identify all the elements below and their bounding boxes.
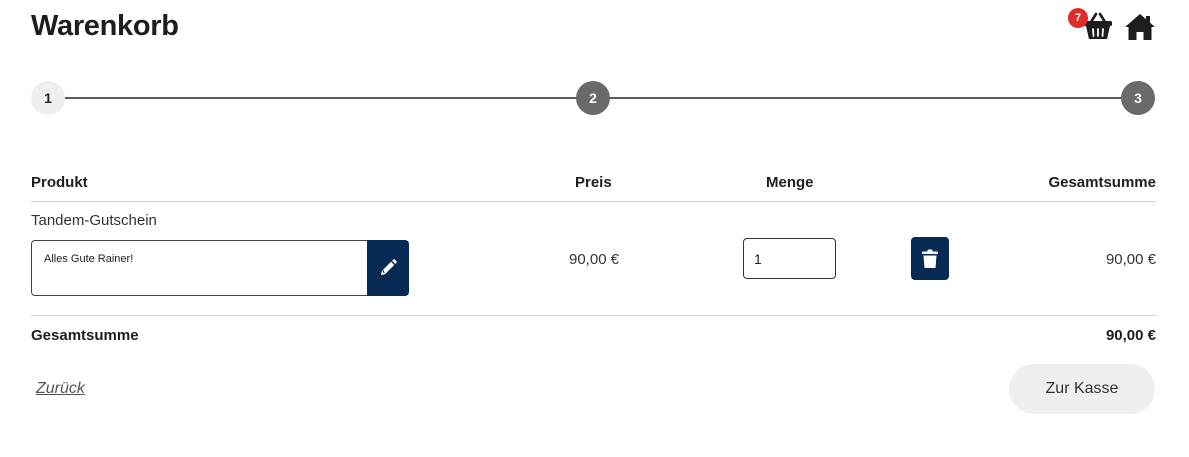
delete-item-button[interactable]	[911, 237, 949, 280]
column-header-product: Produkt	[31, 174, 88, 191]
pencil-icon	[381, 259, 397, 275]
grand-total-value: 90,00 €	[1105, 327, 1156, 344]
edit-note-button[interactable]	[367, 240, 409, 296]
step-2: 2	[576, 81, 610, 115]
step-connector	[609, 97, 1122, 99]
back-link[interactable]: Zurück	[36, 380, 85, 398]
column-header-price: Preis	[575, 174, 612, 191]
step-1: 1	[31, 81, 65, 115]
column-header-total: Gesamtsumme	[1048, 174, 1156, 191]
trash-icon	[922, 249, 938, 268]
gift-note-field[interactable]: Alles Gute Rainer!	[31, 240, 369, 296]
column-header-quantity: Menge	[766, 174, 814, 191]
product-name: Tandem-Gutschein	[31, 212, 157, 229]
home-button[interactable]	[1124, 12, 1156, 42]
home-icon	[1125, 14, 1155, 40]
quantity-input[interactable]	[743, 238, 836, 279]
gift-note: Alles Gute Rainer!	[31, 240, 409, 296]
step-connector	[65, 97, 577, 99]
checkout-stepper: 1 2 3	[31, 80, 1156, 116]
step-3: 3	[1121, 81, 1155, 115]
header-divider	[31, 201, 1156, 202]
summary-divider	[31, 315, 1156, 316]
grand-total-label: Gesamtsumme	[31, 327, 139, 344]
unit-price: 90,00 €	[569, 251, 620, 268]
checkout-button[interactable]: Zur Kasse	[1009, 364, 1155, 414]
cart-button[interactable]: 7	[1068, 8, 1114, 42]
cart-count-badge: 7	[1068, 8, 1088, 28]
line-total: 90,00 €	[1105, 251, 1156, 268]
page-title: Warenkorb	[31, 10, 179, 42]
